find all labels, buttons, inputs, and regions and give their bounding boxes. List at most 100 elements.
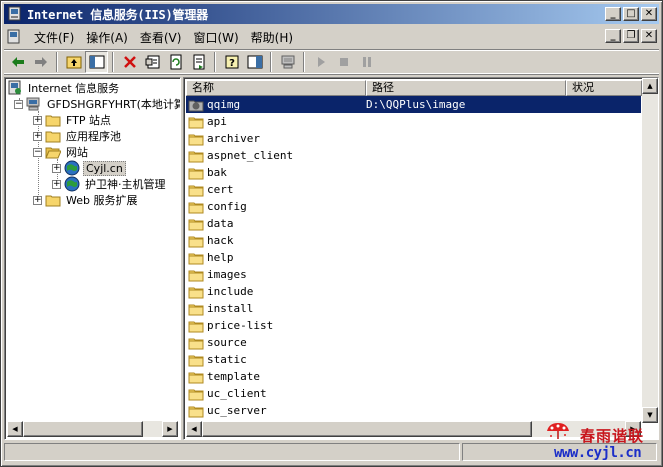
- scroll-left-button[interactable]: ◀: [7, 421, 23, 437]
- properties-button[interactable]: [141, 51, 164, 73]
- list-vertical-scrollbar[interactable]: ▲ ▼: [642, 78, 658, 423]
- menu-window[interactable]: 窗口(W): [187, 29, 244, 46]
- computer-button[interactable]: [276, 51, 299, 73]
- list-item[interactable]: help: [186, 249, 641, 266]
- tree-label: Web 服务扩展: [66, 194, 138, 207]
- close-button[interactable]: ✕: [641, 7, 657, 21]
- folder-icon: [188, 117, 204, 128]
- tree-node-iis-root[interactable]: Internet 信息服务: [7, 80, 121, 96]
- tree-horizontal-scrollbar[interactable]: ◀ ▶: [7, 421, 178, 437]
- scroll-up-button[interactable]: ▲: [642, 78, 658, 94]
- list-item[interactable]: aspnet_client: [186, 147, 641, 164]
- list-item[interactable]: include: [186, 283, 641, 300]
- expand-icon[interactable]: +: [52, 163, 61, 173]
- cell-name: static: [186, 353, 366, 367]
- toolbar-separator: [270, 51, 272, 72]
- tree-node-computer[interactable]: − GFDSHGRFYHRT(本地计算机): [14, 96, 180, 112]
- list-item[interactable]: install: [186, 300, 641, 317]
- cell-name: aspnet_client: [186, 149, 366, 163]
- list-item[interactable]: data: [186, 215, 641, 232]
- column-header-path[interactable]: 路径: [366, 80, 566, 96]
- tree-label: Internet 信息服务: [28, 82, 120, 95]
- list-item[interactable]: static: [186, 351, 641, 368]
- cell-name: price-list: [186, 319, 366, 333]
- child-minimize-button[interactable]: _: [605, 29, 621, 43]
- list-item[interactable]: api: [186, 113, 641, 130]
- forward-button[interactable]: [29, 51, 52, 73]
- folder-icon: [188, 253, 204, 264]
- folder-name: aspnet_client: [207, 149, 294, 162]
- column-header-status[interactable]: 状况: [566, 80, 642, 96]
- tree-node-app-pools[interactable]: + 应用程序池: [33, 128, 123, 144]
- list-item[interactable]: images: [186, 266, 641, 283]
- result-pane[interactable]: 名称 路径 状况 qqimg D:\QQPlus\image api archiver…: [183, 77, 659, 440]
- list-item[interactable]: archiver: [186, 130, 641, 147]
- menu-help[interactable]: 帮助(H): [245, 29, 299, 46]
- scroll-thumb[interactable]: [202, 421, 532, 437]
- menu-action[interactable]: 操作(A): [80, 29, 134, 46]
- list-item[interactable]: bak: [186, 164, 641, 181]
- expand-icon[interactable]: +: [33, 115, 42, 125]
- folder-icon: [188, 338, 204, 349]
- tree-node-web-extensions[interactable]: + Web 服务扩展: [33, 192, 139, 208]
- folder-icon: [45, 131, 61, 143]
- up-level-button[interactable]: [62, 51, 85, 73]
- title-bar[interactable]: Internet 信息服务(IIS)管理器 _ □ ✕: [4, 4, 659, 24]
- collapse-icon[interactable]: −: [33, 147, 42, 157]
- up-folder-icon: [66, 56, 81, 68]
- maximize-button[interactable]: □: [623, 7, 639, 21]
- folder-name: uc_client: [207, 387, 267, 400]
- list-item[interactable]: template: [186, 368, 641, 385]
- list-item[interactable]: source: [186, 334, 641, 351]
- list-item[interactable]: hack: [186, 232, 641, 249]
- mmc-console-icon[interactable]: [6, 29, 22, 45]
- list-item[interactable]: config: [186, 198, 641, 215]
- folder-icon: [188, 151, 204, 162]
- show-hide-action-pane-button[interactable]: [243, 51, 266, 73]
- folder-name: archiver: [207, 132, 260, 145]
- show-hide-tree-button[interactable]: [85, 50, 108, 73]
- delete-button[interactable]: [118, 51, 141, 73]
- scroll-right-button[interactable]: ▶: [162, 421, 178, 437]
- list-item[interactable]: uc_server: [186, 402, 641, 419]
- tree-label: 网站: [66, 146, 88, 159]
- pause-button[interactable]: [355, 51, 378, 73]
- expand-icon[interactable]: +: [33, 195, 42, 205]
- expand-icon[interactable]: +: [33, 131, 42, 141]
- folder-name: template: [207, 370, 260, 383]
- collapse-icon[interactable]: −: [14, 99, 23, 109]
- child-close-button[interactable]: ✕: [641, 29, 657, 43]
- tree-node-site-huweishen[interactable]: + 护卫神·主机管理: [52, 176, 168, 192]
- list-item[interactable]: cert: [186, 181, 641, 198]
- scroll-left-button[interactable]: ◀: [186, 421, 202, 437]
- folder-icon: [188, 355, 204, 366]
- export-list-button[interactable]: [187, 51, 210, 73]
- properties-icon: [145, 55, 159, 68]
- help-button[interactable]: ?: [220, 51, 243, 73]
- toolbar: ?: [4, 49, 659, 74]
- tree-node-site-cyjl[interactable]: + Cyjl.cn: [52, 160, 126, 176]
- folder-icon: [188, 168, 204, 179]
- menu-file[interactable]: 文件(F): [28, 29, 80, 46]
- stop-button[interactable]: [332, 51, 355, 73]
- child-restore-button[interactable]: ❐: [623, 29, 639, 43]
- back-button[interactable]: [6, 51, 29, 73]
- tree-node-websites[interactable]: − 网站: [33, 144, 90, 160]
- refresh-button[interactable]: [164, 51, 187, 73]
- list-item[interactable]: uc_client: [186, 385, 641, 402]
- minimize-button[interactable]: _: [605, 7, 621, 21]
- tree-node-ftp-sites[interactable]: + FTP 站点: [33, 112, 113, 128]
- menu-view[interactable]: 查看(V): [134, 29, 188, 46]
- cell-name: uc_client: [186, 387, 366, 401]
- column-header-name[interactable]: 名称: [186, 80, 366, 96]
- open-folder-icon: [45, 147, 61, 159]
- start-button[interactable]: [309, 51, 332, 73]
- computer-icon: [26, 97, 40, 111]
- expand-icon[interactable]: +: [52, 179, 61, 189]
- list-item[interactable]: price-list: [186, 317, 641, 334]
- list-item[interactable]: qqimg D:\QQPlus\image: [186, 96, 641, 113]
- tree-label: Cyjl.cn: [83, 160, 126, 176]
- maximize-icon: □: [626, 8, 636, 19]
- console-tree[interactable]: Internet 信息服务 − GFDSHGRFYHRT(本地计算机) + FT…: [4, 77, 181, 440]
- scroll-thumb[interactable]: [23, 421, 143, 437]
